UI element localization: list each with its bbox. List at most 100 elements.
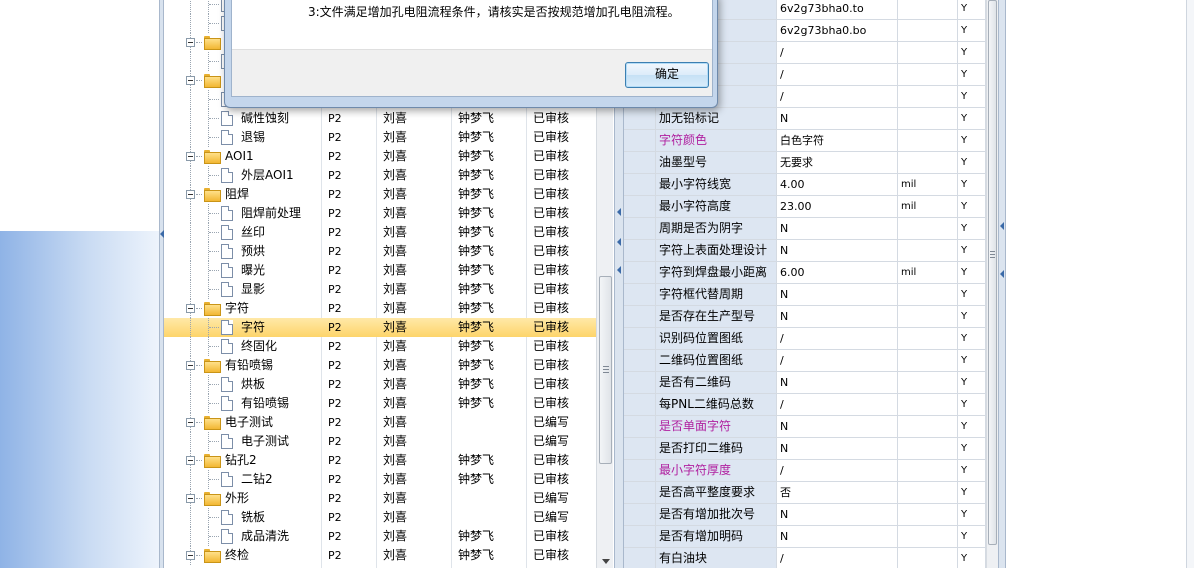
property-value[interactable]: N xyxy=(777,218,898,239)
tree-scrollbar-thumb[interactable] xyxy=(599,276,612,464)
property-scrollbar-thumb[interactable] xyxy=(988,0,997,545)
tree-folder-row[interactable]: AOI1 P2 刘喜 钟梦飞 已审核 xyxy=(164,147,596,166)
property-row[interactable]: 字符框代替周期 N Y xyxy=(624,284,986,306)
tree-item-author: 刘喜 xyxy=(383,130,408,144)
tree-item-row[interactable]: 字符 P2 刘喜 钟梦飞 已审核 xyxy=(164,318,596,337)
property-row[interactable]: 有白油块 / Y xyxy=(624,548,986,568)
property-row[interactable]: 字符上表面处理设计 N Y xyxy=(624,240,986,262)
property-unit xyxy=(898,416,958,437)
collapse-toggle-icon[interactable] xyxy=(186,190,195,199)
property-row[interactable]: 最小字符线宽 4.00 mil Y xyxy=(624,174,986,196)
property-row[interactable]: 是否打印二维码 N Y xyxy=(624,438,986,460)
tree-item-row[interactable]: 有铅喷锡 P2 刘喜 钟梦飞 已审核 xyxy=(164,394,596,413)
collapse-arrow-icon[interactable] xyxy=(617,208,621,216)
property-value[interactable]: N xyxy=(777,416,898,437)
collapse-arrow-icon[interactable] xyxy=(617,238,621,246)
property-row[interactable]: 是否有二维码 N Y xyxy=(624,372,986,394)
tree-folder-row[interactable]: 钻孔2 P2 刘喜 钟梦飞 已审核 xyxy=(164,451,596,470)
property-value[interactable]: N xyxy=(777,372,898,393)
property-value[interactable]: / xyxy=(777,328,898,349)
property-value[interactable]: N xyxy=(777,108,898,129)
property-row[interactable]: 识别码位置图纸 / Y xyxy=(624,328,986,350)
property-row[interactable]: 最小字符高度 23.00 mil Y xyxy=(624,196,986,218)
property-value[interactable]: 23.00 xyxy=(777,196,898,217)
tree-folder-row[interactable]: 有铅喷锡 P2 刘喜 钟梦飞 已审核 xyxy=(164,356,596,375)
tree-item-row[interactable]: 外层AOI1 P2 刘喜 钟梦飞 已审核 xyxy=(164,166,596,185)
tree-folder-row[interactable]: 终检 P2 刘喜 钟梦飞 已审核 xyxy=(164,546,596,565)
collapse-toggle-icon[interactable] xyxy=(186,494,195,503)
tree-item-row[interactable]: 曝光 P2 刘喜 钟梦飞 已审核 xyxy=(164,261,596,280)
property-row[interactable]: 是否高平整度要求否 Y xyxy=(624,482,986,504)
property-row[interactable]: 是否存在生产型号 N Y xyxy=(624,306,986,328)
property-row[interactable]: 是否有增加批次号 N Y xyxy=(624,504,986,526)
property-value[interactable]: / xyxy=(777,350,898,371)
property-value[interactable]: 6v2g73bha0.bo xyxy=(777,20,898,41)
tree-item-row[interactable]: 电子测试 P2 刘喜 已编写 xyxy=(164,432,596,451)
property-value[interactable]: / xyxy=(777,394,898,415)
tree-folder-row[interactable]: 字符 P2 刘喜 钟梦飞 已审核 xyxy=(164,299,596,318)
property-value[interactable]: N xyxy=(777,284,898,305)
property-row-indent xyxy=(624,350,656,371)
tree-item-row[interactable]: 终固化 P2 刘喜 钟梦飞 已审核 xyxy=(164,337,596,356)
collapse-toggle-icon[interactable] xyxy=(186,418,195,427)
property-value[interactable]: 6v2g73bha0.to xyxy=(777,0,898,19)
property-row[interactable]: 每PNL二维码总数 / Y xyxy=(624,394,986,416)
property-value[interactable]: N xyxy=(777,438,898,459)
property-row[interactable]: 字符颜色 白色字符 Y xyxy=(624,130,986,152)
property-value[interactable]: N xyxy=(777,526,898,547)
tree-item-reviewer: 钟梦飞 xyxy=(458,472,495,486)
tree-folder-row[interactable]: 阻焊 P2 刘喜 钟梦飞 已审核 xyxy=(164,185,596,204)
property-row[interactable]: 油墨型号 无要求 Y xyxy=(624,152,986,174)
right-splitter[interactable] xyxy=(998,0,1006,568)
property-row[interactable]: 是否有增加明码 N Y xyxy=(624,526,986,548)
tree-item-row[interactable]: 退锡 P2 刘喜 钟梦飞 已审核 xyxy=(164,128,596,147)
property-row[interactable]: 二维码位置图纸 / Y xyxy=(624,350,986,372)
tree-item-row[interactable]: 丝印 P2 刘喜 钟梦飞 已审核 xyxy=(164,223,596,242)
property-scrollbar[interactable] xyxy=(986,0,998,568)
tree-item-name: 曝光 xyxy=(241,263,266,277)
collapse-right-arrow-icon[interactable] xyxy=(1000,270,1004,278)
property-value[interactable]: 无要求 xyxy=(777,152,898,173)
collapse-arrow-icon[interactable] xyxy=(617,266,621,274)
collapse-toggle-icon[interactable] xyxy=(186,152,195,161)
property-row[interactable]: 是否单面字符 N Y xyxy=(624,416,986,438)
property-row[interactable]: 最小字符厚度 / Y xyxy=(624,460,986,482)
property-value[interactable]: 4.00 xyxy=(777,174,898,195)
tree-item-row[interactable]: 显影 P2 刘喜 钟梦飞 已审核 xyxy=(164,280,596,299)
collapse-right-arrow-icon[interactable] xyxy=(1000,222,1004,230)
tree-item-name: 预烘 xyxy=(241,244,266,258)
tree-item-row[interactable]: 铣板 P2 刘喜 已编写 xyxy=(164,508,596,527)
property-row[interactable]: 周期是否为阴字 N Y xyxy=(624,218,986,240)
tree-item-name: 铣板 xyxy=(241,510,266,524)
property-row[interactable]: 字符到焊盘最小距离 6.00 mil Y xyxy=(624,262,986,284)
property-value[interactable]: / xyxy=(777,460,898,481)
property-row[interactable]: 加无铅标记 N Y xyxy=(624,108,986,130)
property-value[interactable]: 白色字符 xyxy=(777,130,898,151)
tree-item-author: 刘喜 xyxy=(383,377,408,391)
tree-item-row[interactable]: 二钻2 P2 刘喜 钟梦飞 已审核 xyxy=(164,470,596,489)
tree-item-row[interactable]: 碱性蚀刻 P2 刘喜 钟梦飞 已审核 xyxy=(164,109,596,128)
collapse-toggle-icon[interactable] xyxy=(186,361,195,370)
property-value[interactable]: 否 xyxy=(777,482,898,503)
tree-item-row[interactable]: 成品清洗 P2 刘喜 钟梦飞 已审核 xyxy=(164,527,596,546)
ok-button[interactable]: 确定 xyxy=(625,62,709,88)
tree-folder-row[interactable]: 电子测试 P2 刘喜 已编写 xyxy=(164,413,596,432)
property-value[interactable]: N xyxy=(777,504,898,525)
collapse-toggle-icon[interactable] xyxy=(186,38,195,47)
collapse-toggle-icon[interactable] xyxy=(186,304,195,313)
scroll-down-arrow-icon[interactable] xyxy=(602,559,610,564)
collapse-toggle-icon[interactable] xyxy=(186,76,195,85)
property-value[interactable]: 6.00 xyxy=(777,262,898,283)
tree-item-row[interactable]: 预烘 P2 刘喜 钟梦飞 已审核 xyxy=(164,242,596,261)
property-value[interactable]: / xyxy=(777,86,898,107)
tree-folder-row[interactable]: 外形 P2 刘喜 已编写 xyxy=(164,489,596,508)
property-value[interactable]: N xyxy=(777,306,898,327)
tree-item-row[interactable]: 烘板 P2 刘喜 钟梦飞 已审核 xyxy=(164,375,596,394)
collapse-toggle-icon[interactable] xyxy=(186,551,195,560)
property-value[interactable]: / xyxy=(777,548,898,568)
collapse-toggle-icon[interactable] xyxy=(186,456,195,465)
property-value[interactable]: / xyxy=(777,42,898,63)
tree-item-row[interactable]: 阻焊前处理 P2 刘喜 钟梦飞 已审核 xyxy=(164,204,596,223)
property-value[interactable]: / xyxy=(777,64,898,85)
property-value[interactable]: N xyxy=(777,240,898,261)
